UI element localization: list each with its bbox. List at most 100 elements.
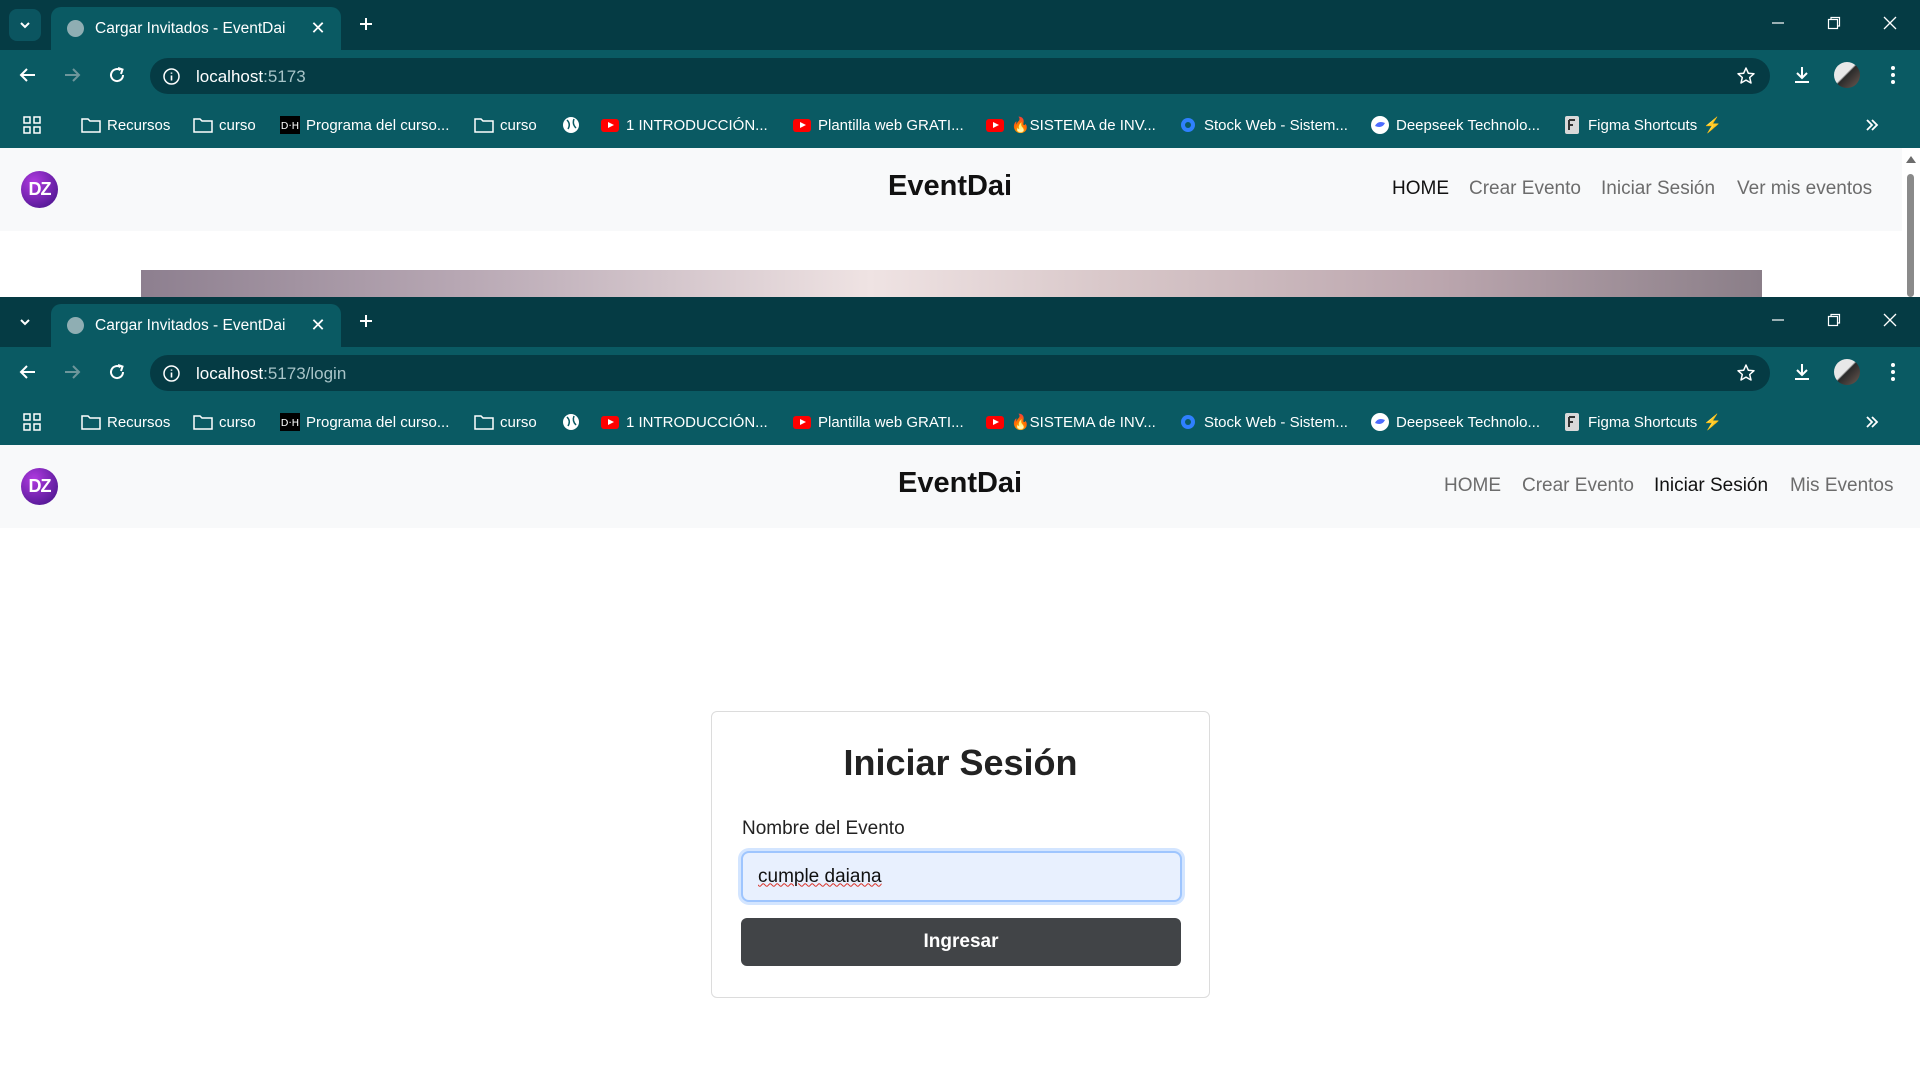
deepseek-icon <box>1370 115 1390 135</box>
bookmark-apps[interactable] <box>22 113 48 137</box>
bookmark-apps[interactable] <box>22 410 48 434</box>
bookmark-label: Recursos <box>107 116 171 134</box>
bookmark-item[interactable] <box>561 113 587 137</box>
bookmark-label: curso <box>219 116 256 134</box>
arrow-right-icon <box>65 365 81 379</box>
bookmark-item[interactable]: Plantilla web GRATI... <box>792 410 964 434</box>
profile-button[interactable] <box>1832 357 1862 387</box>
nav-iniciar-sesion[interactable]: Iniciar Sesión <box>1654 475 1768 497</box>
forward-button[interactable] <box>56 356 88 388</box>
bookmark-item[interactable]: curso <box>193 113 256 137</box>
bookmark-star-icon[interactable] <box>1736 363 1756 383</box>
bookmark-item[interactable]: Recursos <box>81 113 170 137</box>
nav-ver-mis-eventos[interactable]: Ver mis eventos <box>1737 178 1872 200</box>
bookmark-item[interactable]: 1 INTRODUCCIÓN... <box>600 113 768 137</box>
menu-button[interactable] <box>1878 357 1908 387</box>
bookmark-item[interactable] <box>561 410 587 434</box>
nav-home[interactable]: HOME <box>1444 475 1501 497</box>
app-logo[interactable]: DZ <box>21 171 58 208</box>
minimize-icon <box>1772 319 1784 321</box>
tab-search-button[interactable] <box>9 306 41 338</box>
bookmark-item[interactable]: Figma Shortcuts ⚡ <box>1562 410 1722 434</box>
back-button[interactable] <box>12 59 44 91</box>
address-bar[interactable]: localhost:5173/login <box>150 355 1770 391</box>
bookmark-label: Stock Web - Sistem... <box>1204 413 1348 431</box>
more-vert-icon <box>1891 363 1895 381</box>
event-name-input[interactable] <box>741 851 1182 902</box>
back-button[interactable] <box>12 356 44 388</box>
app-logo[interactable]: DZ <box>21 468 58 505</box>
url-path: :5173 <box>263 67 306 86</box>
globe-icon <box>67 20 84 37</box>
minimize-button[interactable] <box>1750 297 1806 343</box>
bookmark-item[interactable]: 🔥SISTEMA de INV... <box>985 113 1156 137</box>
browser-window-2: Cargar Invitados - EventDai ✕ localhost:… <box>0 297 1920 1080</box>
browser-toolbar: localhost:5173 <box>0 50 1920 100</box>
bookmark-item[interactable]: curso <box>474 113 537 137</box>
bookmark-item[interactable]: Deepseek Technolo... <box>1370 410 1540 434</box>
bookmark-label: curso <box>500 116 537 134</box>
brand-title[interactable]: EventDai <box>888 170 1012 203</box>
close-tab-icon[interactable]: ✕ <box>307 18 329 39</box>
bookmark-item[interactable]: Stock Web - Sistem... <box>1178 113 1348 137</box>
bookmark-item[interactable]: Deepseek Technolo... <box>1370 113 1540 137</box>
bookmark-star-icon[interactable] <box>1736 66 1756 86</box>
bookmark-label: curso <box>500 413 537 431</box>
chevron-down-icon <box>20 22 30 29</box>
site-info-icon[interactable] <box>163 365 180 382</box>
bookmark-item[interactable]: 🔥SISTEMA de INV... <box>985 410 1156 434</box>
browser-tab[interactable]: Cargar Invitados - EventDai ✕ <box>51 7 341 50</box>
nav-home[interactable]: HOME <box>1392 178 1449 200</box>
reload-button[interactable] <box>101 59 133 91</box>
bookmark-item[interactable]: D·H Programa del curso... <box>280 410 449 434</box>
login-card: Iniciar Sesión Nombre del Evento Ingresa… <box>711 711 1210 998</box>
nav-crear-evento[interactable]: Crear Evento <box>1469 178 1581 200</box>
page-scrollbar[interactable] <box>1902 148 1920 297</box>
bookmark-item[interactable]: 1 INTRODUCCIÓN... <box>600 410 768 434</box>
login-title: Iniciar Sesión <box>843 742 1078 783</box>
gear-blue-icon <box>1178 412 1198 432</box>
profile-button[interactable] <box>1832 60 1862 90</box>
bookmark-item[interactable]: D·H Programa del curso... <box>280 113 449 137</box>
bookmark-item[interactable]: curso <box>193 410 256 434</box>
url-host: localhost <box>196 364 264 383</box>
close-window-button[interactable] <box>1862 0 1918 46</box>
downloads-button[interactable] <box>1787 60 1817 90</box>
reload-button[interactable] <box>101 356 133 388</box>
bookmark-item[interactable]: Figma Shortcuts ⚡ <box>1562 113 1722 137</box>
close-window-button[interactable] <box>1862 297 1918 343</box>
browser-tab[interactable]: Cargar Invitados - EventDai ✕ <box>51 304 341 347</box>
restore-button[interactable] <box>1806 0 1862 46</box>
restore-button[interactable] <box>1806 297 1862 343</box>
close-icon <box>1883 313 1897 327</box>
bookmark-item[interactable]: curso <box>474 410 537 434</box>
forward-button[interactable] <box>56 59 88 91</box>
bookmark-item[interactable]: Recursos <box>81 410 170 434</box>
scroll-thumb[interactable] <box>1907 174 1914 297</box>
close-tab-icon[interactable]: ✕ <box>307 315 329 336</box>
url-path: :5173/login <box>263 364 347 383</box>
nav-mis-eventos[interactable]: Mis Eventos <box>1790 475 1893 497</box>
address-bar[interactable]: localhost:5173 <box>150 58 1770 94</box>
downloads-button[interactable] <box>1787 357 1817 387</box>
bookmark-item[interactable]: Stock Web - Sistem... <box>1178 410 1348 434</box>
menu-button[interactable] <box>1878 60 1908 90</box>
tab-search-button[interactable] <box>9 9 41 41</box>
ingresar-button[interactable]: Ingresar <box>741 918 1181 966</box>
plus-icon <box>360 18 372 30</box>
nav-iniciar-sesion[interactable]: Iniciar Sesión <box>1601 178 1715 200</box>
dh-logo-icon: D·H <box>280 115 300 135</box>
new-tab-button[interactable] <box>353 8 379 40</box>
scroll-up-arrow-icon[interactable] <box>1906 156 1916 163</box>
bookmark-label: Recursos <box>107 413 171 431</box>
bookmark-item[interactable]: Plantilla web GRATI... <box>792 113 964 137</box>
more-bookmarks-button[interactable] <box>1862 410 1888 434</box>
more-bookmarks-button[interactable] <box>1862 113 1888 137</box>
nav-crear-evento[interactable]: Crear Evento <box>1522 475 1634 497</box>
minimize-button[interactable] <box>1750 0 1806 46</box>
new-tab-button[interactable] <box>353 305 379 337</box>
reload-icon <box>110 67 125 83</box>
site-info-icon[interactable] <box>163 68 180 85</box>
bookmark-label: Plantilla web GRATI... <box>818 116 964 134</box>
brand-title[interactable]: EventDai <box>898 467 1022 500</box>
